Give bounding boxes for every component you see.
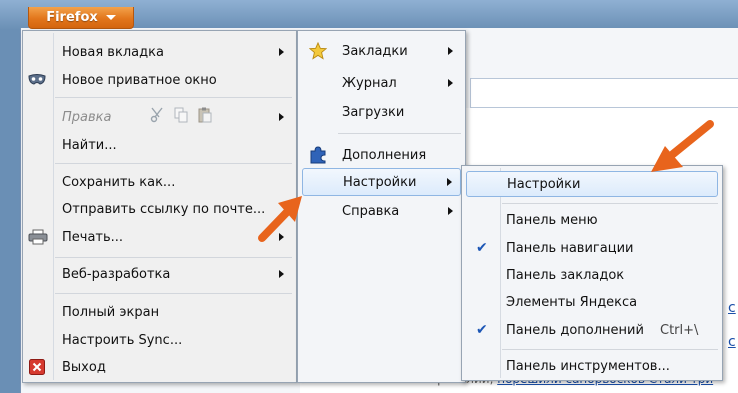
menu-item-label: Новая вкладка bbox=[62, 44, 164, 60]
menu-item-downloads[interactable]: Загрузки bbox=[298, 99, 465, 125]
menu-separator bbox=[502, 203, 718, 204]
submenu-item-toolbars[interactable]: Панель инструментов... bbox=[462, 353, 722, 379]
menu-item-label: Правка bbox=[62, 109, 112, 125]
menu-item-label: Справка bbox=[342, 203, 400, 219]
menu-item-label: Найти... bbox=[62, 137, 117, 153]
menu-separator bbox=[55, 257, 292, 258]
menu-item-send-link[interactable]: Отправить ссылку по почте... bbox=[23, 196, 296, 222]
menu-item-label: Веб-разработка bbox=[62, 266, 171, 282]
menu-item-help[interactable]: Справка bbox=[298, 198, 465, 224]
menu-item-edit[interactable]: Правка bbox=[23, 104, 296, 130]
submenu-arrow-icon bbox=[279, 233, 284, 241]
menu-item-label: Панель меню bbox=[506, 212, 598, 228]
background-link-fragment: c bbox=[728, 300, 736, 316]
menu-item-label: Панель дополнений bbox=[506, 322, 644, 338]
background-link-fragment: c bbox=[728, 334, 736, 350]
checkmark-icon: ✔ bbox=[476, 240, 488, 256]
menu-item-settings[interactable]: Настройки bbox=[302, 168, 461, 196]
menu-item-label: Панель навигации bbox=[506, 240, 634, 256]
menu-item-label: Новое приватное окно bbox=[62, 72, 217, 88]
star-icon bbox=[308, 41, 328, 61]
settings-submenu: Настройки Панель меню ✔ Панель навигации… bbox=[461, 165, 723, 381]
menu-item-label: Отправить ссылку по почте... bbox=[62, 201, 266, 217]
submenu-item-menu-bar[interactable]: Панель меню bbox=[462, 207, 722, 233]
submenu-arrow-icon bbox=[448, 47, 453, 55]
mask-icon bbox=[28, 71, 46, 89]
submenu-arrow-icon bbox=[447, 178, 452, 186]
menu-separator bbox=[55, 97, 292, 98]
menu-item-save-as[interactable]: Сохранить как... bbox=[23, 169, 296, 195]
firefox-menu-button[interactable]: Firefox bbox=[28, 7, 134, 29]
keyboard-shortcut: Ctrl+\ bbox=[660, 322, 699, 338]
menu-item-label: Настройки bbox=[507, 176, 581, 192]
menu-item-label: Сохранить как... bbox=[62, 174, 176, 190]
menu-item-exit[interactable]: Выход bbox=[23, 354, 296, 380]
menu-item-web-developer[interactable]: Веб-разработка bbox=[23, 261, 296, 287]
cut-icon[interactable] bbox=[150, 107, 164, 127]
submenu-item-bookmarks-bar[interactable]: Панель закладок bbox=[462, 262, 722, 288]
address-bar-strip[interactable] bbox=[470, 78, 738, 108]
menu-item-label: Закладки bbox=[342, 43, 408, 59]
menu-item-label: Настроить Sync... bbox=[62, 332, 183, 348]
firefox-side-menu: Закладки Журнал Загрузки Дополнения Наст… bbox=[297, 30, 466, 383]
menu-item-label: Загрузки bbox=[342, 104, 405, 120]
menu-item-fullscreen[interactable]: Полный экран bbox=[23, 299, 296, 325]
submenu-item-navigation-bar[interactable]: ✔ Панель навигации bbox=[462, 235, 722, 261]
submenu-arrow-icon bbox=[448, 79, 453, 87]
menu-item-label: Панель закладок bbox=[506, 267, 625, 283]
exit-icon bbox=[28, 358, 46, 376]
menu-item-private-window[interactable]: Новое приватное окно bbox=[23, 67, 296, 93]
menu-item-sync[interactable]: Настроить Sync... bbox=[23, 327, 296, 353]
puzzle-icon bbox=[308, 145, 328, 165]
submenu-arrow-icon bbox=[279, 270, 284, 278]
submenu-item-settings[interactable]: Настройки bbox=[466, 171, 718, 197]
edit-icons-group bbox=[150, 107, 212, 127]
paste-icon[interactable] bbox=[198, 107, 212, 127]
copy-icon[interactable] bbox=[174, 107, 188, 127]
menu-item-addons[interactable]: Дополнения bbox=[298, 142, 465, 168]
printer-icon bbox=[28, 228, 48, 246]
menu-item-label: Полный экран bbox=[62, 304, 160, 320]
menu-item-bookmarks[interactable]: Закладки bbox=[298, 38, 465, 64]
submenu-arrow-icon bbox=[448, 207, 453, 215]
submenu-arrow-icon bbox=[279, 113, 284, 121]
menu-item-new-tab[interactable]: Новая вкладка bbox=[23, 39, 296, 65]
menu-item-print[interactable]: Печать... bbox=[23, 224, 296, 250]
menu-item-label: Элементы Яндекса bbox=[506, 294, 638, 310]
firefox-main-menu: Новая вкладка Новое приватное окно Правк… bbox=[22, 30, 297, 383]
menu-separator bbox=[502, 349, 718, 350]
menu-item-label: Дополнения bbox=[342, 147, 427, 163]
firefox-button-label: Firefox bbox=[46, 10, 98, 25]
menu-item-label: Печать... bbox=[62, 229, 124, 245]
menu-item-history[interactable]: Журнал bbox=[298, 70, 465, 96]
menu-item-label: Журнал bbox=[342, 75, 397, 91]
menu-item-label: Панель инструментов... bbox=[506, 358, 670, 374]
menu-separator bbox=[338, 133, 461, 134]
submenu-item-yandex-elements[interactable]: Элементы Яндекса bbox=[462, 289, 722, 315]
chevron-down-icon bbox=[105, 15, 116, 20]
submenu-item-addon-bar[interactable]: ✔ Панель дополнений Ctrl+\ bbox=[462, 317, 722, 343]
menu-separator bbox=[55, 293, 292, 294]
menu-item-find[interactable]: Найти... bbox=[23, 132, 296, 158]
menu-item-label: Настройки bbox=[343, 174, 417, 190]
submenu-arrow-icon bbox=[279, 48, 284, 56]
menu-separator bbox=[55, 163, 292, 164]
menu-item-label: Выход bbox=[62, 359, 106, 375]
checkmark-icon: ✔ bbox=[476, 322, 488, 338]
